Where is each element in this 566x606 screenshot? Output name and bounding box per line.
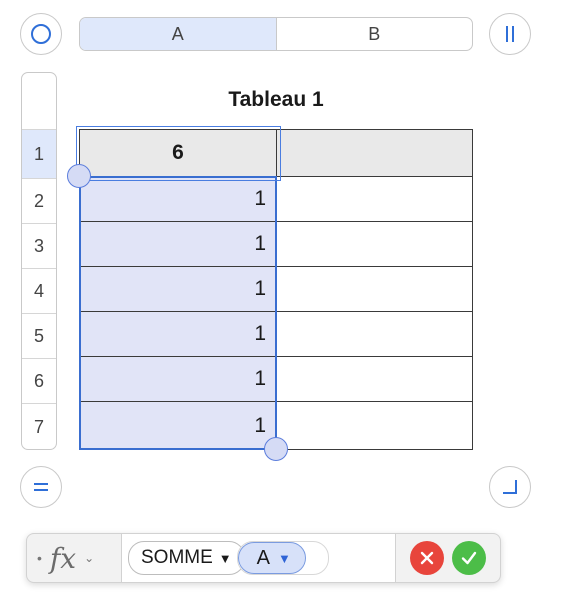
add-column-handle[interactable] [489,13,531,55]
cell-b4[interactable] [276,266,473,312]
cancel-button[interactable] [410,541,444,575]
cell-a2[interactable]: 1 [79,176,277,222]
column-header-b[interactable]: B [277,18,473,50]
function-menu-button[interactable]: • fx ⌄ [27,534,121,582]
cell-a5[interactable]: 1 [79,311,277,357]
formula-actions [396,534,500,582]
chevron-down-icon: ⌄ [84,551,95,565]
cell-a3[interactable]: 1 [79,221,277,267]
accept-icon [461,551,477,565]
selection-end-handle[interactable] [264,437,288,461]
add-row-handle[interactable] [20,466,62,508]
row-header-6[interactable]: 6 [22,358,56,403]
circle-icon [31,24,51,44]
argument-token[interactable]: A ▼ [237,542,306,574]
selection-start-handle[interactable] [67,164,91,188]
dropdown-triangle-icon: ▼ [278,550,291,566]
cell-b5[interactable] [276,311,473,357]
formula-editor: • fx ⌄ SOMME ▼ A ▼ [26,533,501,583]
cell-a4[interactable]: 1 [79,266,277,312]
cell-a7[interactable]: 1 [79,401,277,450]
cell-a1[interactable]: 6 [79,129,277,177]
row-header-4[interactable]: 4 [22,268,56,313]
pause-icon [506,26,514,42]
cell-b2[interactable] [276,176,473,222]
column-header-bar: A B [79,17,473,51]
select-table-button[interactable] [20,13,62,55]
function-token[interactable]: SOMME ▼ [128,541,245,575]
cell-b3[interactable] [276,221,473,267]
fx-label: fx [49,541,77,575]
accept-button[interactable] [452,541,486,575]
argument-reference: A [256,546,270,569]
corner-icon [503,480,517,494]
equal-icon [34,483,48,491]
argument-group: A ▼ [236,541,329,575]
row-header-7[interactable]: 7 [22,403,56,449]
row-header-5[interactable]: 5 [22,313,56,358]
drag-dot-icon: • [37,550,42,566]
function-name: SOMME [141,547,213,568]
cell-b6[interactable] [276,356,473,402]
row-header-3[interactable]: 3 [22,223,56,268]
dropdown-triangle-icon: ▼ [218,550,232,566]
cancel-icon [420,551,434,565]
row-header-1[interactable]: 1 [22,129,56,178]
cell-b7[interactable] [276,401,473,450]
cell-a6[interactable]: 1 [79,356,277,402]
row-header-2[interactable]: 2 [22,178,56,223]
column-header-a[interactable]: A [80,18,277,50]
row-header-bar: 1 2 3 4 5 6 7 [21,72,57,450]
table-title[interactable]: Tableau 1 [79,88,473,112]
resize-table-handle[interactable] [489,466,531,508]
cell-b1[interactable] [276,129,473,177]
formula-expression[interactable]: SOMME ▼ A ▼ [121,534,396,582]
